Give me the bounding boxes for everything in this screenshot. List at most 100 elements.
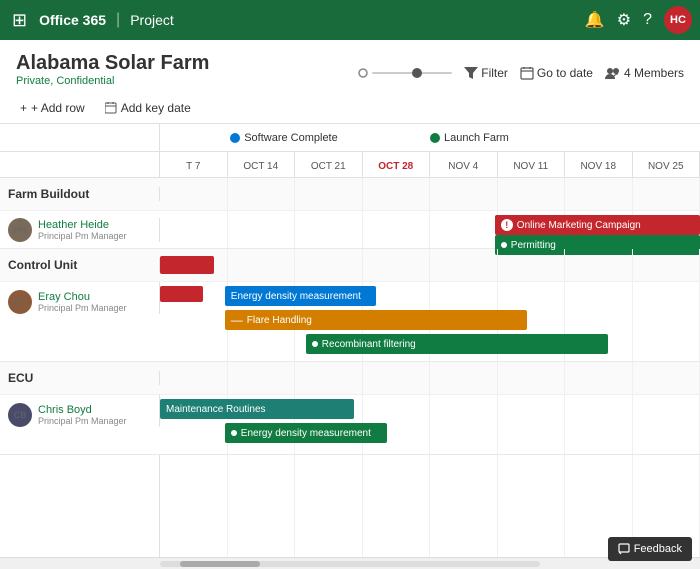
gantt-body: Farm Buildout HH Heather Heide Principal…: [0, 178, 700, 557]
feedback-label: Feedback: [634, 543, 682, 555]
task-label-recombinant: Recombinant filtering: [322, 339, 416, 350]
project-label[interactable]: Project: [130, 12, 174, 28]
person-gantt-eray: Energy density measurement — Flare Handl…: [160, 282, 700, 361]
bell-icon[interactable]: 🔔: [585, 10, 605, 30]
header-toolbar: Alabama Solar Farm Private, Confidential…: [16, 52, 684, 93]
person-row-heather: HH Heather Heide Principal Pm Manager ! …: [0, 210, 700, 248]
group-ecu: ECU CB Chris Boyd Principal Pm Manager: [0, 362, 700, 455]
task-bar-maintenance[interactable]: Maintenance Routines: [160, 399, 354, 419]
user-avatar[interactable]: HC: [664, 6, 692, 34]
gear-icon[interactable]: ⚙: [617, 10, 631, 30]
task-bar-flare-handling[interactable]: — Flare Handling: [225, 310, 527, 330]
date-col-6: NOV 18: [565, 152, 633, 177]
scroll-thumb[interactable]: [180, 561, 260, 567]
milestones-row: Software Complete Launch Farm: [0, 124, 700, 152]
filter-button[interactable]: Filter: [464, 66, 508, 80]
task-bar-energy-ecu[interactable]: Energy density measurement: [225, 423, 387, 443]
task-label-maintenance: Maintenance Routines: [166, 404, 266, 415]
task-label-flare-handling: Flare Handling: [247, 315, 312, 326]
person-info-chris: Chris Boyd Principal Pm Manager: [38, 404, 127, 426]
milestone-label-launch: Launch Farm: [444, 132, 509, 144]
task-bar-energy-density[interactable]: Energy density measurement: [225, 286, 376, 306]
group-row-ecu: ECU: [0, 362, 700, 394]
task-bar-recombinant[interactable]: Recombinant filtering: [306, 334, 608, 354]
milestone-dot-blue: [230, 133, 240, 143]
date-col-4: NOV 4: [430, 152, 498, 177]
task-label-online-marketing: Online Marketing Campaign: [517, 220, 641, 231]
empty-space: [0, 455, 700, 557]
project-title-section: Alabama Solar Farm Private, Confidential: [16, 52, 209, 93]
avatar-chris: CB: [8, 403, 32, 427]
group-task-red[interactable]: [160, 256, 214, 274]
person-gantt-chris: Maintenance Routines Energy density meas…: [160, 395, 700, 454]
add-key-date-button[interactable]: Add key date: [101, 99, 195, 117]
toolbar-right: Filter Go to date 4 Members: [358, 66, 684, 80]
dash-icon: —: [231, 313, 243, 327]
task-bar-eray-red[interactable]: [160, 286, 203, 302]
add-row-button[interactable]: ++ Add row: [16, 99, 89, 117]
dot-icon-permitting: [501, 242, 507, 248]
group-label-farm-buildout: Farm Buildout: [0, 187, 160, 201]
waffle-icon[interactable]: ⊞: [8, 6, 31, 35]
avatar-eray: EC: [8, 290, 32, 314]
person-gantt-heather: ! Online Marketing Campaign Permitting: [160, 211, 700, 248]
avatar-heather: HH: [8, 218, 32, 242]
group-row-control-unit: Control Unit: [0, 249, 700, 281]
person-label-heather: HH Heather Heide Principal Pm Manager: [0, 218, 160, 242]
date-col-7: NOV 25: [633, 152, 700, 177]
nav-separator: |: [116, 11, 120, 29]
person-name-eray[interactable]: Eray Chou: [38, 291, 127, 303]
horizontal-scrollbar[interactable]: [0, 557, 700, 569]
toolbar-left: ++ Add row Add key date: [16, 99, 684, 123]
go-to-date-button[interactable]: Go to date: [520, 66, 593, 80]
task-label-energy-density: Energy density measurement: [231, 291, 361, 302]
date-label-spacer: [0, 152, 160, 177]
office365-label[interactable]: Office 365: [39, 12, 106, 28]
person-row-eray: EC Eray Chou Principal Pm Manager Energy…: [0, 281, 700, 361]
person-row-chris: CB Chris Boyd Principal Pm Manager Maint…: [0, 394, 700, 454]
date-col-2: OCT 21: [295, 152, 363, 177]
project-title: Alabama Solar Farm: [16, 52, 209, 75]
exclaim-icon: !: [501, 219, 513, 231]
milestone-software-complete: Software Complete: [230, 132, 338, 144]
feedback-button[interactable]: Feedback: [608, 537, 692, 561]
main-content: Alabama Solar Farm Private, Confidential…: [0, 40, 700, 569]
person-info-heather: Heather Heide Principal Pm Manager: [38, 219, 127, 241]
zoom-control[interactable]: [358, 68, 452, 78]
task-label-energy-ecu: Energy density measurement: [241, 428, 371, 439]
person-role-heather: Principal Pm Manager: [38, 231, 127, 241]
person-label-eray: EC Eray Chou Principal Pm Manager: [0, 282, 160, 314]
group-gantt-farm-buildout: [160, 178, 700, 210]
group-label-ecu: ECU: [0, 371, 160, 385]
date-col-0: T 7: [160, 152, 228, 177]
person-name-heather[interactable]: Heather Heide: [38, 219, 127, 231]
milestone-dot-green: [430, 133, 440, 143]
group-control-unit: Control Unit EC Eray Chou Principal Pm M…: [0, 249, 700, 362]
person-name-chris[interactable]: Chris Boyd: [38, 404, 127, 416]
group-gantt-ecu: [160, 362, 700, 394]
group-gantt-control-unit: [160, 249, 700, 281]
feedback-icon: [618, 543, 630, 555]
person-label-chris: CB Chris Boyd Principal Pm Manager: [0, 395, 160, 427]
date-col-5: NOV 11: [498, 152, 566, 177]
help-icon[interactable]: ?: [643, 11, 652, 29]
top-navigation: ⊞ Office 365 | Project 🔔 ⚙ ? HC: [0, 0, 700, 40]
scroll-track[interactable]: [160, 561, 540, 567]
date-columns: T 7 OCT 14 OCT 21 OCT 28 NOV 4 NOV 11 NO…: [160, 152, 700, 177]
dot-icon-recombinant: [312, 341, 318, 347]
date-col-3: OCT 28: [363, 152, 431, 177]
project-subtitle: Private, Confidential: [16, 75, 209, 87]
date-header: T 7 OCT 14 OCT 21 OCT 28 NOV 4 NOV 11 NO…: [0, 152, 700, 178]
members-button[interactable]: 4 Members: [605, 66, 684, 80]
group-row-farm-buildout: Farm Buildout: [0, 178, 700, 210]
person-role-eray: Principal Pm Manager: [38, 303, 127, 313]
milestone-launch-farm: Launch Farm: [430, 132, 509, 144]
task-bar-online-marketing[interactable]: ! Online Marketing Campaign: [495, 215, 700, 235]
group-farm-buildout: Farm Buildout HH Heather Heide Principal…: [0, 178, 700, 249]
date-col-1: OCT 14: [228, 152, 296, 177]
dot-icon-energy-ecu: [231, 430, 237, 436]
nav-right-section: 🔔 ⚙ ? HC: [585, 6, 692, 34]
project-header: Alabama Solar Farm Private, Confidential…: [0, 40, 700, 124]
gantt-container: Software Complete Launch Farm T 7 OCT 14…: [0, 124, 700, 569]
milestones-area: Software Complete Launch Farm: [160, 124, 700, 151]
